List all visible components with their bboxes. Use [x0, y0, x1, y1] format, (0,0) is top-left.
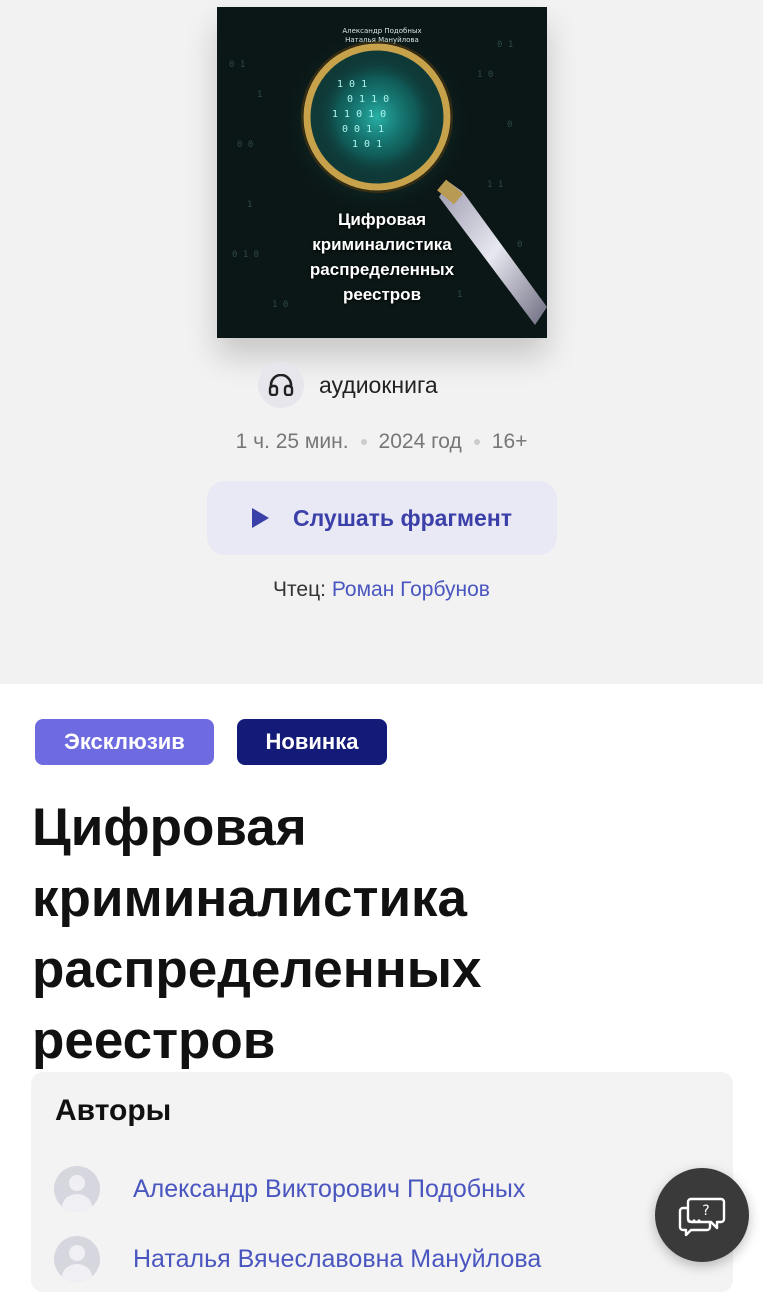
svg-text:1 1 0 1 0: 1 1 0 1 0 — [332, 109, 386, 120]
exclusive-badge: Эксклюзив — [35, 719, 214, 765]
book-title-line: распределенных — [32, 940, 482, 999]
cover-author-2: Наталья Мануйлова — [345, 36, 419, 44]
author-item[interactable]: Александр Викторович Подобных — [54, 1166, 525, 1212]
separator-dot — [473, 439, 480, 445]
authors-heading: Авторы — [55, 1094, 172, 1127]
listen-fragment-label: Слушать фрагмент — [293, 504, 512, 531]
format-label: аудиокнига — [319, 371, 438, 398]
new-badge: Новинка — [237, 719, 387, 765]
svg-text:0: 0 — [507, 120, 512, 130]
svg-text:?: ? — [702, 1203, 709, 1219]
age-rating: 16+ — [491, 430, 528, 453]
svg-text:0: 0 — [517, 240, 522, 250]
cover-title-line: Цифровая — [337, 210, 427, 229]
svg-text:1 0 1: 1 0 1 — [337, 79, 367, 90]
badges: Эксклюзив Новинка — [35, 719, 387, 765]
svg-text:0 1: 0 1 — [229, 60, 245, 70]
cover-title: Цифровая криминалистика распределенных р… — [277, 207, 487, 307]
year: 2024 год — [378, 430, 462, 453]
avatar-icon — [54, 1236, 100, 1282]
duration: 1 ч. 25 мин. — [235, 430, 349, 453]
book-title: Цифровая криминалистика распределенных р… — [32, 792, 732, 1076]
book-cover[interactable]: 0 110 0 1 001 1 10 1 00 1 010 1 1 0 10 1… — [217, 7, 547, 338]
author-name-link[interactable]: Наталья Вячеславовна Мануйлова — [133, 1245, 541, 1274]
svg-text:1 1: 1 1 — [487, 180, 503, 190]
svg-text:1: 1 — [257, 90, 262, 100]
cover-title-line: реестров — [342, 285, 422, 304]
svg-text:0 1 1 0: 0 1 1 0 — [347, 94, 389, 105]
author-item[interactable]: Наталья Вячеславовна Мануйлова — [54, 1236, 541, 1282]
authors-panel: Авторы Александр Викторович Подобных Нат… — [31, 1072, 733, 1292]
svg-text:1 0 1: 1 0 1 — [352, 139, 382, 150]
book-header-section: 0 110 0 1 001 1 10 1 00 1 010 1 1 0 10 1… — [0, 0, 763, 684]
listen-fragment-button[interactable]: Слушать фрагмент — [207, 481, 557, 555]
avatar-icon — [54, 1166, 100, 1212]
reader-label: Чтец: — [273, 578, 326, 601]
format-indicator: аудиокнига — [258, 362, 438, 408]
play-icon — [252, 508, 269, 528]
svg-text:1 0: 1 0 — [477, 70, 493, 80]
reader-name-link[interactable]: Роман Горбунов — [332, 578, 490, 601]
chat-help-icon: ? — [678, 1197, 726, 1237]
separator-dot — [360, 439, 367, 445]
book-title-line: криминалистика — [32, 869, 468, 928]
book-meta: 1 ч. 25 мин. 2024 год 16+ — [0, 430, 763, 454]
cover-author-1: Александр Подобных — [342, 27, 422, 35]
book-title-line: Цифровая — [32, 798, 307, 857]
svg-text:0 0: 0 0 — [237, 140, 253, 150]
cover-title-line: криминалистика — [312, 235, 452, 254]
headphones-icon — [258, 362, 304, 408]
reader-info: Чтец: Роман Горбунов — [0, 578, 763, 602]
cover-title-line: распределенных — [309, 260, 455, 279]
book-title-line: реестров — [32, 1011, 276, 1070]
author-name-link[interactable]: Александр Викторович Подобных — [133, 1175, 525, 1204]
svg-text:1: 1 — [247, 200, 252, 210]
chat-help-button[interactable]: ? — [655, 1168, 749, 1262]
svg-text:0 0 1 1: 0 0 1 1 — [342, 124, 384, 135]
svg-text:0 1 0: 0 1 0 — [232, 250, 259, 260]
cover-authors: Александр Подобных Наталья Мануйлова — [217, 27, 547, 45]
